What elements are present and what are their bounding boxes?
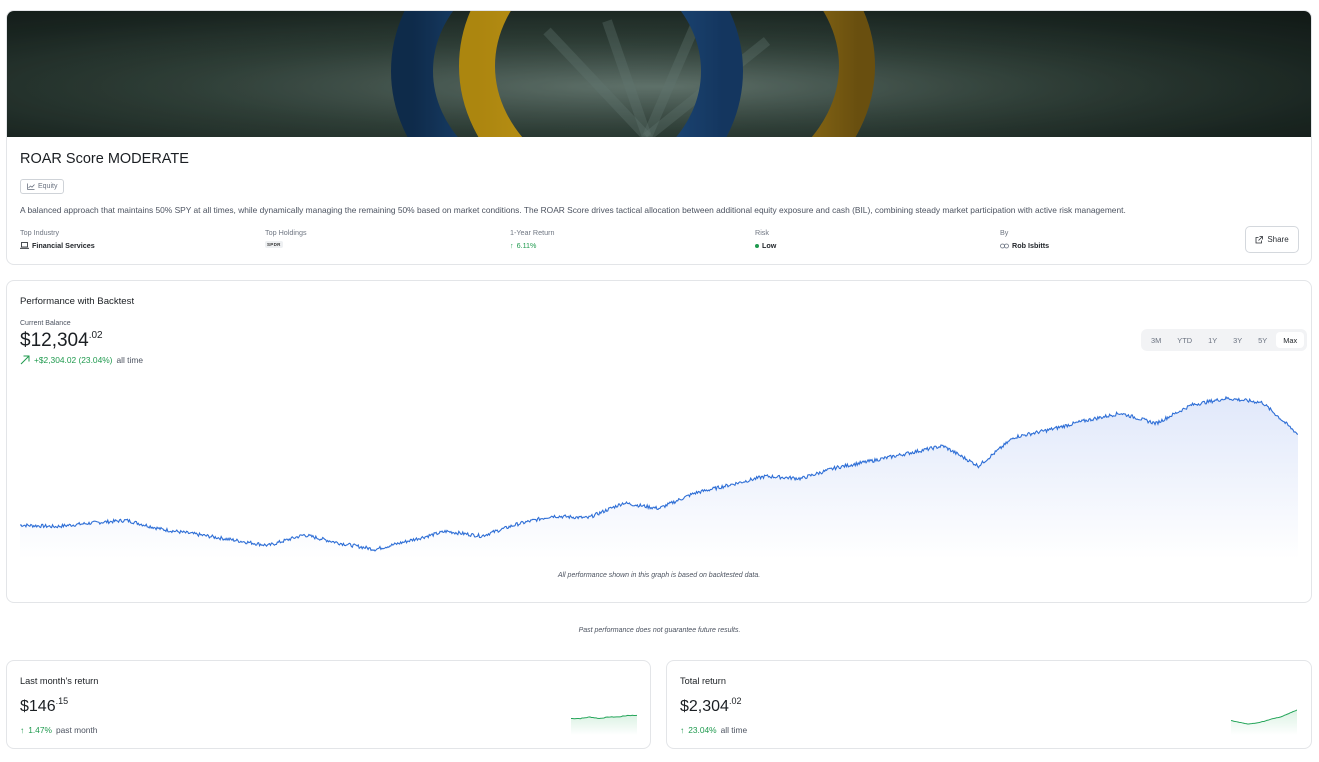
- author-stat: By Rob Isbitts: [1000, 228, 1049, 250]
- top-industry-label: Top Industry: [20, 228, 60, 237]
- total-return-value-cents: .02: [728, 696, 742, 706]
- backtest-disclaimer: All performance shown in this graph is b…: [557, 572, 761, 579]
- one-year-return-label: 1-Year Return: [510, 228, 555, 237]
- performance-card: Performance with Backtest Current Balanc…: [6, 280, 1312, 603]
- spdr-logo[interactable]: SPDR: [265, 241, 283, 248]
- top-industry-value: Financial Services: [32, 241, 95, 250]
- range-3m-button[interactable]: 3M: [1144, 332, 1168, 348]
- range-ytd-button[interactable]: YTD: [1170, 332, 1199, 348]
- last-month-value-cents: .15: [55, 696, 69, 706]
- category-badge[interactable]: Equity: [20, 179, 65, 194]
- last-month-change: ↑ 1.47% past month: [20, 725, 97, 735]
- risk-value-row: Low: [755, 241, 776, 250]
- arrow-up-icon: ↑: [20, 725, 25, 735]
- total-return-change: ↑ 23.04% all time: [680, 725, 747, 735]
- total-return-value-main: $2,304: [680, 698, 729, 715]
- current-balance-cents: .02: [88, 330, 103, 341]
- last-month-period: past month: [55, 725, 98, 735]
- arrow-up-icon: ↑: [510, 241, 514, 250]
- author-value-row[interactable]: Rob Isbitts: [1000, 241, 1049, 250]
- total-return-sparkline: [1231, 709, 1297, 735]
- range-1y-button[interactable]: 1Y: [1201, 332, 1224, 348]
- time-range-selector: 3M YTD 1Y 3Y 5Y Max: [1141, 329, 1308, 351]
- performance-title: Performance with Backtest: [20, 296, 135, 307]
- range-max-button[interactable]: Max: [1276, 332, 1305, 348]
- total-return-card: Total return $2,304.02 ↑ 23.04% all time: [666, 660, 1312, 749]
- trend-up-icon: [20, 355, 30, 365]
- one-year-return-value-row: ↑ 6.11%: [510, 241, 554, 250]
- link-icon: [1000, 243, 1009, 248]
- risk-stat: Risk Low: [755, 228, 776, 250]
- balance-change: +$2,304.02 (23.04%) all time: [20, 355, 143, 365]
- performance-area: [20, 397, 1298, 559]
- strategy-description: A balanced approach that maintains 50% S…: [20, 205, 1126, 215]
- top-holdings-stat: Top Holdings SPDR: [265, 228, 307, 248]
- balance-change-period: all time: [116, 355, 143, 365]
- total-return-title: Total return: [680, 676, 726, 686]
- banner-artwork: [7, 11, 1311, 137]
- share-button-label: Share: [1267, 235, 1289, 244]
- performance-chart[interactable]: [20, 389, 1298, 559]
- risk-dot-icon: [755, 243, 759, 248]
- top-holdings-label: Top Holdings: [265, 228, 307, 237]
- last-month-title: Last month's return: [20, 676, 99, 686]
- last-month-value-main: $146: [20, 698, 56, 715]
- last-month-value: $146.15: [20, 696, 68, 716]
- top-holdings-value-row[interactable]: SPDR: [265, 241, 307, 248]
- external-link-icon: [1255, 235, 1264, 243]
- current-balance-label: Current Balance: [20, 320, 71, 327]
- balance-change-value: +$2,304.02 (23.04%): [34, 355, 113, 365]
- top-industry-stat: Top Industry Financial Services: [20, 228, 95, 250]
- share-button[interactable]: Share: [1245, 226, 1299, 253]
- past-performance-note: Past performance does not guarantee futu…: [578, 627, 741, 634]
- total-return-change-value: 23.04%: [688, 725, 717, 735]
- category-badge-label: Equity: [38, 183, 58, 190]
- line-chart-icon: [27, 183, 35, 190]
- last-month-return-card: Last month's return $146.15 ↑ 1.47% past…: [6, 660, 651, 749]
- one-year-return-stat: 1-Year Return ↑ 6.11%: [510, 228, 554, 250]
- one-year-return-value: 6.11%: [516, 241, 537, 250]
- risk-value: Low: [762, 241, 777, 250]
- risk-label: Risk: [755, 228, 769, 237]
- last-month-change-value: 1.47%: [28, 725, 52, 735]
- current-balance-main: $12,304: [20, 330, 89, 351]
- author-name[interactable]: Rob Isbitts: [1012, 241, 1049, 250]
- strategy-title: ROAR Score MODERATE: [20, 151, 189, 167]
- author-label: By: [1000, 228, 1009, 237]
- last-month-sparkline: [571, 714, 637, 735]
- range-3y-button[interactable]: 3Y: [1226, 332, 1249, 348]
- total-return-period: all time: [720, 725, 748, 735]
- laptop-icon: [20, 242, 29, 249]
- range-5y-button[interactable]: 5Y: [1251, 332, 1274, 348]
- strategy-header-card: ROAR Score MODERATE Equity A balanced ap…: [6, 10, 1312, 265]
- top-industry-value-row: Financial Services: [20, 241, 95, 250]
- current-balance-value: $12,304.02: [20, 330, 103, 352]
- strategy-banner-image: [7, 11, 1311, 137]
- total-return-value: $2,304.02: [680, 696, 741, 716]
- arrow-up-icon: ↑: [680, 725, 685, 735]
